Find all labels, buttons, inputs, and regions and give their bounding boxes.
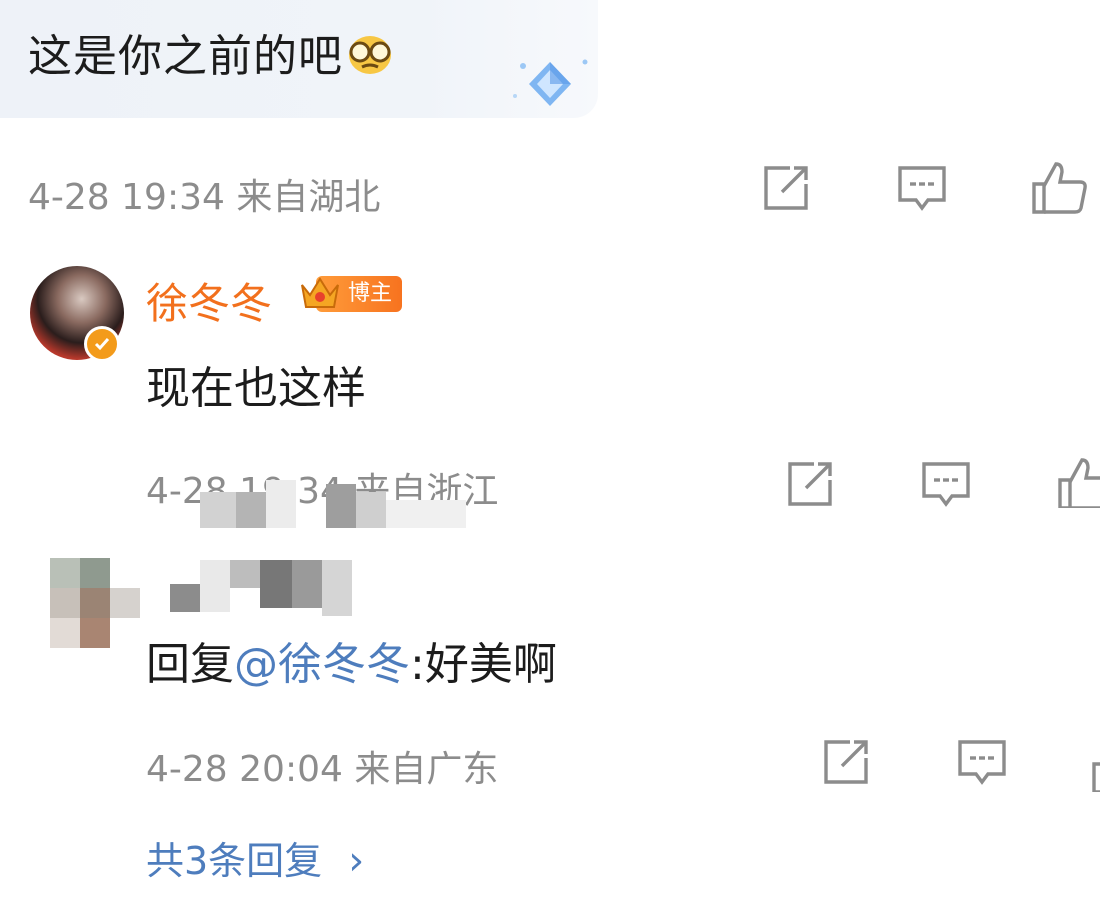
reply-content: :好美啊 [410, 639, 557, 690]
like-icon[interactable] [1056, 456, 1100, 508]
like-icon[interactable] [1090, 740, 1100, 792]
share-icon[interactable] [760, 162, 812, 214]
share-icon[interactable] [820, 736, 872, 788]
comment-meta: 4-28 19:34 来自湖北 [28, 177, 381, 218]
comment-icon[interactable] [920, 458, 972, 510]
comment-text: 这是你之前的吧 [28, 20, 395, 88]
share-icon[interactable] [784, 458, 836, 510]
author-reply-text: 现在也这样 [146, 363, 366, 414]
comment-icon[interactable] [956, 736, 1008, 788]
reply-prefix: 回复 [146, 639, 234, 690]
crown-icon [301, 277, 339, 308]
blogger-badge: 博主 [298, 272, 403, 316]
like-icon[interactable] [1030, 160, 1087, 214]
author-name[interactable]: 徐冬冬 [146, 270, 272, 331]
comment-icon[interactable] [896, 162, 948, 214]
view-more-replies-link[interactable]: 共3条回复 › [146, 830, 364, 885]
glasses-face-emoji-icon [345, 31, 395, 88]
user-reply-meta: 4-28 20:04 来自广东 [146, 749, 499, 790]
chevron-right-icon: › [348, 838, 365, 884]
diamond-decoration-icon [505, 52, 600, 126]
mention-link[interactable]: @徐冬冬 [234, 639, 410, 690]
more-replies-label: 共3条回复 [146, 839, 323, 883]
user-reply-text: 回复@徐冬冬:好美啊 [146, 628, 557, 692]
comment-text-content: 这是你之前的吧 [28, 31, 343, 82]
verified-badge-icon [84, 326, 120, 362]
